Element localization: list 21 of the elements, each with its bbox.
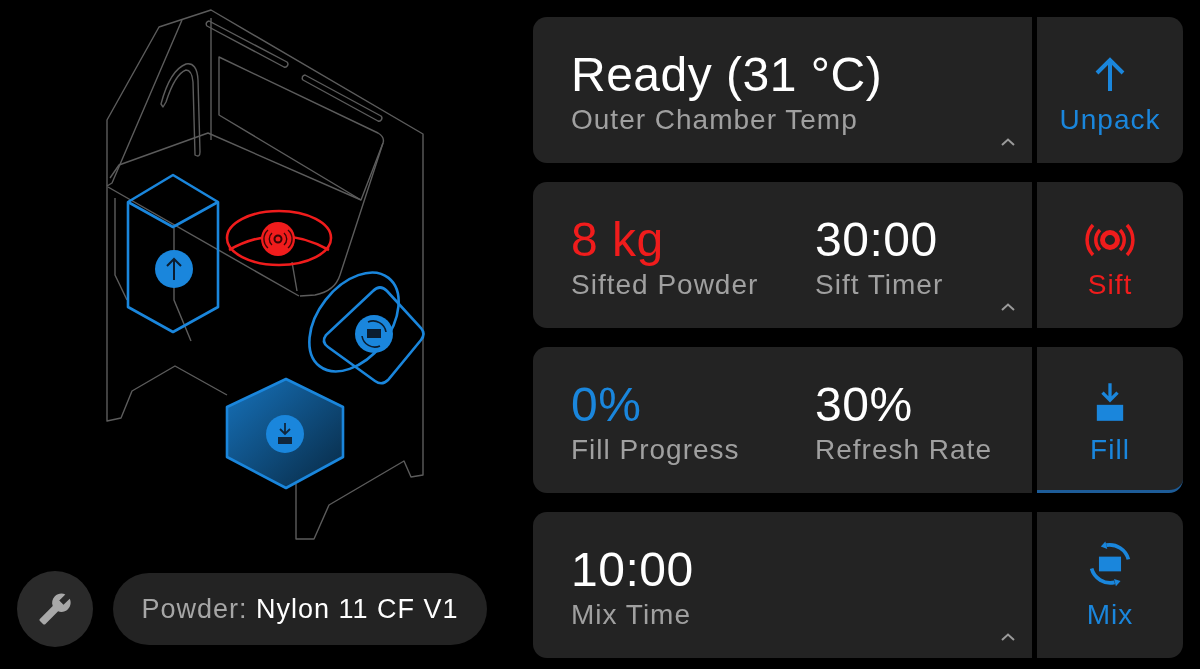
action-button[interactable]: Sift [1037, 182, 1183, 328]
metric-value: 0% [571, 381, 643, 429]
action-button[interactable]: Mix [1037, 512, 1183, 658]
metric-label: Outer Chamber Temp [571, 104, 859, 136]
metric-value: 8 kg [571, 216, 665, 264]
caret-icon[interactable] [1001, 138, 1015, 146]
metric-value: Ready (31 °C) [571, 51, 883, 99]
metric-label: Sifted Powder [571, 269, 760, 301]
action-button[interactable]: Fill [1037, 347, 1183, 493]
caret-icon[interactable] [1001, 633, 1015, 641]
metric-value: 30:00 [815, 216, 939, 264]
action-button[interactable]: Unpack [1037, 17, 1183, 163]
metric-value: 30% [815, 381, 914, 429]
metric-label: Sift Timer [815, 269, 944, 301]
powder-selector[interactable]: Powder: Nylon 11 CF V1 [113, 573, 487, 645]
metric-value: 10:00 [571, 546, 694, 594]
metric-label: Refresh Rate [815, 434, 992, 466]
metric-label: Fill Progress [571, 434, 741, 466]
caret-icon[interactable] [1001, 303, 1015, 311]
metric-label: Mix Time [571, 599, 692, 631]
wrench-icon [38, 592, 72, 626]
